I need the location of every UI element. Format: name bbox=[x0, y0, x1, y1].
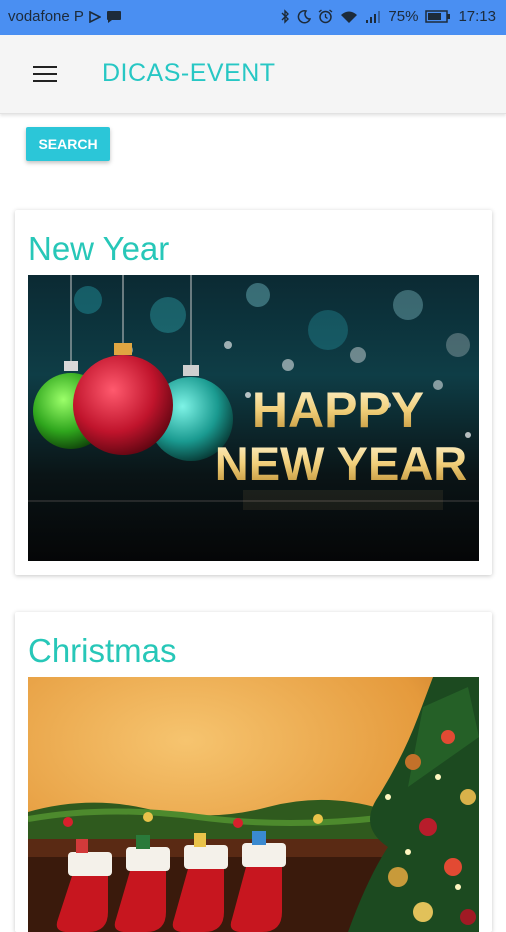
christmas-image[interactable] bbox=[28, 677, 479, 932]
moon-icon bbox=[298, 9, 312, 23]
clock: 17:13 bbox=[458, 8, 496, 25]
battery-icon bbox=[425, 10, 451, 23]
event-card-new-year[interactable]: New Year HAPPY NEW YEAR bbox=[15, 210, 492, 575]
carrier-label: vodafone P bbox=[8, 8, 84, 25]
new-year-text: NEW YEAR bbox=[215, 437, 467, 490]
status-left: vodafone P bbox=[8, 8, 122, 25]
christmas-illustration bbox=[28, 677, 479, 932]
play-store-icon bbox=[89, 10, 101, 23]
app-bar: DICAS-EVENT bbox=[0, 35, 506, 114]
event-title: New Year bbox=[28, 230, 170, 267]
status-right: 75% 17:13 bbox=[281, 8, 496, 25]
wifi-icon bbox=[341, 11, 358, 23]
event-title: Christmas bbox=[28, 632, 177, 669]
new-year-illustration: HAPPY NEW YEAR bbox=[28, 275, 479, 561]
status-bar: vodafone P 75% 17:13 bbox=[0, 0, 506, 35]
search-button[interactable]: SEARCH bbox=[26, 127, 110, 161]
alarm-icon bbox=[318, 9, 333, 24]
hamburger-menu-icon[interactable] bbox=[28, 59, 62, 89]
chat-icon bbox=[106, 10, 121, 23]
happy-text: HAPPY bbox=[252, 382, 424, 438]
app-title: DICAS-EVENT bbox=[102, 59, 276, 87]
bluetooth-icon bbox=[281, 9, 290, 24]
new-year-image[interactable]: HAPPY NEW YEAR bbox=[28, 275, 479, 561]
battery-percent: 75% bbox=[388, 8, 419, 25]
signal-icon bbox=[366, 10, 381, 23]
event-card-christmas[interactable]: Christmas bbox=[15, 612, 492, 932]
